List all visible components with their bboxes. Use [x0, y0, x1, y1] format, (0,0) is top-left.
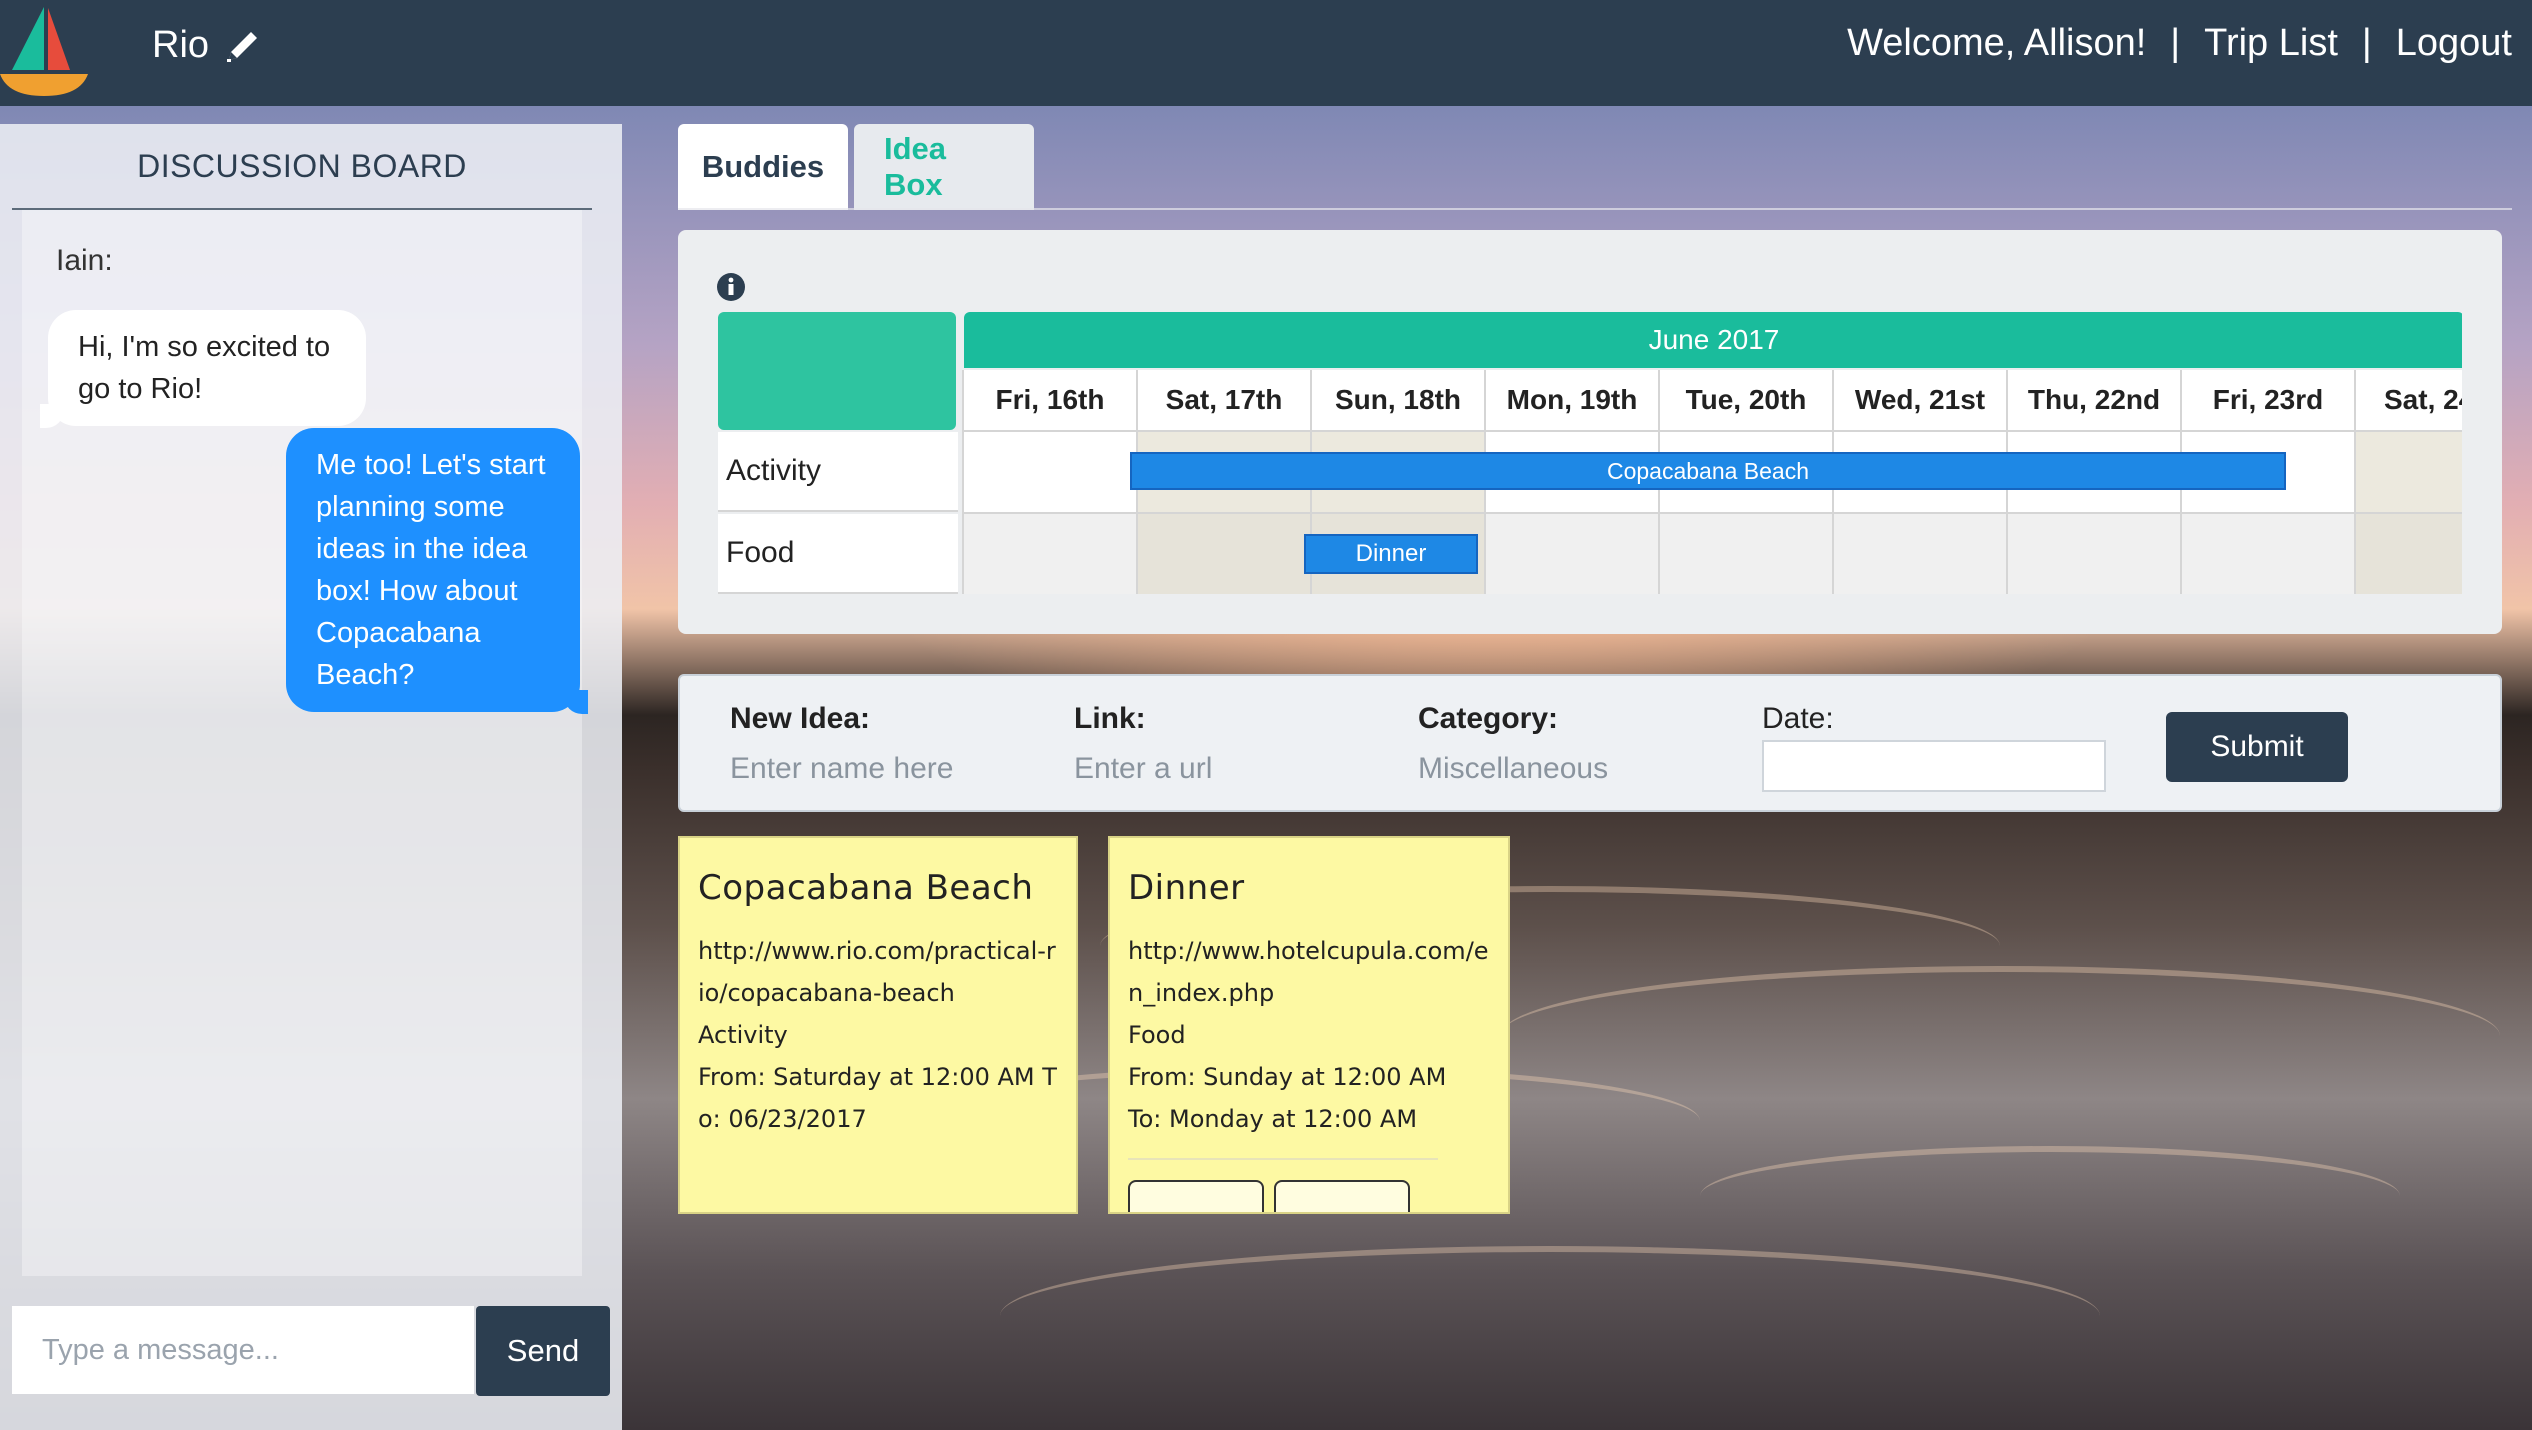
info-icon[interactable]: [716, 272, 746, 302]
tab-bar: Buddies Idea Box: [678, 124, 1034, 210]
day-header: Sat, 24th: [2354, 370, 2462, 430]
calendar-cell[interactable]: [962, 512, 1136, 594]
idea-link[interactable]: http://www.hotelcupula.com/en_index.php: [1128, 930, 1490, 1014]
idea-link[interactable]: http://www.rio.com/practical-rio/copacab…: [698, 930, 1058, 1014]
calendar-cell[interactable]: [2006, 512, 2180, 594]
logout-link[interactable]: Logout: [2396, 22, 2512, 65]
idea-title: Copacabana Beach: [698, 868, 1034, 908]
pencil-edit-icon[interactable]: [223, 26, 263, 66]
nav-separator: |: [2361, 22, 2372, 64]
link-label: Link:: [1074, 702, 1146, 735]
trip-list-link[interactable]: Trip List: [2204, 22, 2338, 65]
calendar-cell[interactable]: [1136, 512, 1310, 594]
idea-category: Food: [1128, 1021, 1186, 1049]
new-idea-form: New Idea: Link: Category: Miscellaneous …: [678, 674, 2502, 812]
discussion-board: DISCUSSION BOARD Iain: Hi, I'm so excite…: [0, 124, 622, 1430]
welcome-text: Welcome, Allison!: [1847, 22, 2147, 64]
idea-card[interactable]: Dinner http://www.hotelcupula.com/en_ind…: [1108, 836, 1510, 1214]
day-header: Mon, 19th: [1484, 370, 1658, 430]
card-edit-button[interactable]: [1128, 1180, 1264, 1212]
incoming-message: Hi, I'm so excited to go to Rio!: [40, 310, 366, 428]
calendar-cell[interactable]: [1658, 512, 1832, 594]
calendar-month: June 2017: [964, 312, 2462, 368]
day-header: Sat, 17th: [1136, 370, 1310, 430]
event-dinner[interactable]: Dinner: [1304, 534, 1478, 574]
message-sender: Iain:: [56, 244, 113, 277]
row-label-activity: Activity: [718, 432, 958, 512]
submit-button[interactable]: Submit: [2166, 712, 2348, 782]
message-list[interactable]: Iain: Hi, I'm so excited to go to Rio! M…: [22, 210, 588, 1276]
idea-to: To: Monday at 12:00 AM: [1128, 1105, 1418, 1133]
top-navbar: Rio Welcome, Allison! | Trip List | Logo…: [0, 0, 2532, 106]
date-input[interactable]: [1762, 740, 2106, 792]
day-header: Wed, 21st: [1832, 370, 2006, 430]
card-actions: [1128, 1180, 1490, 1212]
idea-from: From: Sunday at 12:00 AM: [1128, 1063, 1447, 1091]
tabs-divider: [678, 208, 2512, 210]
event-copacabana-beach[interactable]: Copacabana Beach: [1130, 452, 2286, 490]
idea-schedule: From: Saturday at 12:00 AM To: 06/23/201…: [698, 1063, 1057, 1133]
schedule-calendar: June 2017 Fri, 16th Sat, 17th Sun, 18th …: [678, 230, 2502, 634]
trip-title[interactable]: Rio: [152, 24, 263, 67]
idea-title: Dinner: [1128, 868, 1245, 908]
sailboat-logo-icon[interactable]: [0, 0, 90, 100]
calendar-cell[interactable]: [2354, 430, 2462, 512]
trip-name-text: Rio: [152, 24, 210, 66]
calendar-cell[interactable]: [1832, 512, 2006, 594]
idea-category: Activity: [698, 1021, 788, 1049]
tab-idea-box[interactable]: Idea Box: [854, 124, 1034, 210]
calendar-cell[interactable]: [2354, 512, 2462, 594]
tab-buddies[interactable]: Buddies: [678, 124, 848, 210]
link-input[interactable]: [1074, 744, 1394, 794]
calendar-corner: [718, 312, 956, 430]
day-header: Sun, 18th: [1310, 370, 1484, 430]
category-label: Category:: [1418, 702, 1559, 735]
idea-name-label: New Idea:: [730, 702, 871, 735]
day-header: Tue, 20th: [1658, 370, 1832, 430]
discussion-title: DISCUSSION BOARD: [137, 148, 467, 184]
nav-separator: |: [2170, 22, 2181, 64]
card-delete-button[interactable]: [1274, 1180, 1410, 1212]
idea-card[interactable]: Copacabana Beach http://www.rio.com/prac…: [678, 836, 1078, 1214]
day-header: Fri, 23rd: [2180, 370, 2354, 430]
category-select[interactable]: Miscellaneous: [1418, 752, 1608, 786]
calendar-day-headers: Fri, 16th Sat, 17th Sun, 18th Mon, 19th …: [962, 370, 2462, 430]
day-header: Fri, 16th: [962, 370, 1136, 430]
calendar-cell[interactable]: [1484, 512, 1658, 594]
user-nav: Welcome, Allison! | Trip List | Logout: [1847, 22, 2512, 65]
row-label-food: Food: [718, 514, 958, 594]
outgoing-message: Me too! Let's start planning some ideas …: [286, 428, 588, 714]
idea-name-input[interactable]: [730, 744, 1050, 794]
card-divider: [1128, 1158, 1438, 1160]
day-header: Thu, 22nd: [2006, 370, 2180, 430]
calendar-cell[interactable]: [2180, 512, 2354, 594]
date-label: Date:: [1762, 702, 1834, 735]
calendar-grid: June 2017 Fri, 16th Sat, 17th Sun, 18th …: [718, 312, 2462, 594]
calendar-cell[interactable]: [962, 430, 1136, 512]
send-button[interactable]: Send: [476, 1306, 610, 1396]
message-input[interactable]: [12, 1306, 474, 1394]
calendar-row-food: [962, 512, 2462, 594]
